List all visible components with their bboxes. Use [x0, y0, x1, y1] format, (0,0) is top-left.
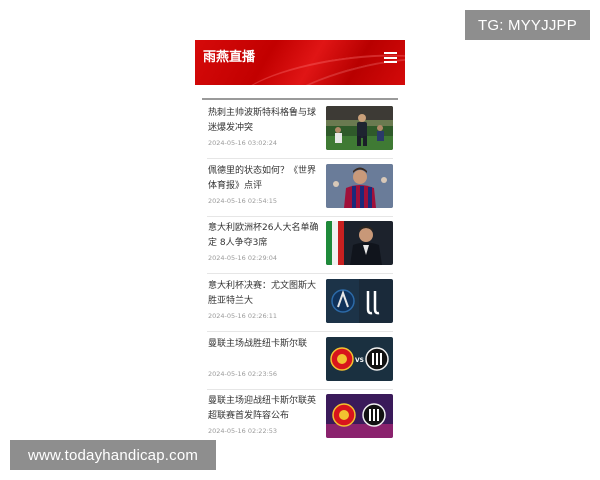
news-title[interactable]: 曼联主场迎战纽卡斯尔联英超联赛首发阵容公布	[208, 394, 320, 424]
hamburger-menu-icon[interactable]	[384, 52, 397, 63]
news-list: 热刺主帅波斯特科格鲁与球迷爆发冲突 2024-05-16 03:02:24 佩德…	[207, 102, 393, 440]
news-title[interactable]: 意大利欧洲杯26人大名单确定 8人争夺3席	[208, 221, 320, 251]
news-item[interactable]: 意大利欧洲杯26人大名单确定 8人争夺3席 2024-05-16 02:29:0…	[207, 217, 393, 275]
page: TG: MYYJJPP 雨燕直播 热刺主帅波斯特科格鲁与球迷爆发冲突 2024-…	[0, 0, 600, 480]
news-thumbnail[interactable]	[326, 279, 393, 324]
news-timestamp: 2024-05-16 02:29:04	[208, 254, 278, 263]
news-item[interactable]: 热刺主帅波斯特科格鲁与球迷爆发冲突 2024-05-16 03:02:24	[207, 102, 393, 159]
news-timestamp: 2024-05-16 02:54:15	[208, 196, 278, 205]
news-thumbnail[interactable]	[326, 106, 393, 150]
manutd-vs-newcastle-logos: VS	[326, 336, 393, 381]
mobile-page: 雨燕直播 热刺主帅波斯特科格鲁与球迷爆发冲突 2024-05-16 03:02:…	[195, 40, 405, 440]
news-timestamp: 2024-05-16 03:02:24	[208, 139, 278, 147]
manutd-newcastle-purple-logos	[326, 394, 393, 439]
news-title[interactable]: 热刺主帅波斯特科格鲁与球迷爆发冲突	[208, 106, 320, 136]
telegram-watermark: TG: MYYJJPP	[465, 10, 590, 40]
italy-coach-photo	[326, 221, 393, 266]
news-timestamp: 2024-05-16 02:23:56	[208, 369, 278, 378]
coach-stadium-photo	[326, 106, 393, 150]
news-title[interactable]: 意大利杯决赛：尤文图斯大胜亚特兰大	[208, 279, 320, 309]
news-thumbnail[interactable]	[326, 394, 393, 439]
site-header: 雨燕直播	[195, 40, 405, 85]
site-url-watermark: www.todayhandicap.com	[10, 440, 216, 470]
news-title[interactable]: 佩德里的状态如何？《世界体育报》点评	[208, 164, 320, 194]
atalanta-vs-juventus-logos	[326, 279, 393, 324]
section-divider	[202, 98, 398, 100]
news-timestamp: 2024-05-16 02:26:11	[208, 312, 278, 321]
news-thumbnail[interactable]: VS	[326, 336, 393, 381]
news-thumbnail[interactable]	[326, 221, 393, 266]
news-item[interactable]: 佩德里的状态如何？《世界体育报》点评 2024-05-16 02:54:15	[207, 160, 393, 217]
news-item[interactable]: 意大利杯决赛：尤文图斯大胜亚特兰大 2024-05-16 02:26:11	[207, 275, 393, 333]
news-timestamp: 2024-05-16 02:22:53	[208, 427, 278, 436]
news-thumbnail[interactable]	[326, 163, 393, 208]
news-item[interactable]: 曼联主场战胜纽卡斯尔联 2024-05-16 02:23:56 VS	[207, 333, 393, 390]
barcelona-player-photo	[326, 163, 393, 208]
vs-label: VS	[355, 357, 364, 364]
news-title[interactable]: 曼联主场战胜纽卡斯尔联	[208, 337, 320, 352]
site-logo[interactable]: 雨燕直播	[203, 46, 255, 65]
news-item[interactable]: 曼联主场迎战纽卡斯尔联英超联赛首发阵容公布 2024-05-16 02:22:5…	[207, 390, 393, 440]
